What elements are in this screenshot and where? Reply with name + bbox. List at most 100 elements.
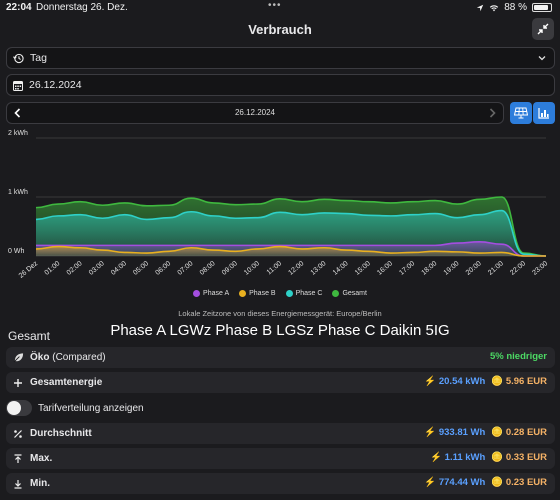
plus-icon	[12, 377, 24, 389]
tariff-toggle[interactable]	[6, 400, 32, 416]
x-tick-label: 13:00	[310, 260, 328, 277]
x-tick-label: 21:00	[487, 260, 505, 277]
x-tick-label: 17:00	[398, 260, 416, 277]
cost-text: 5.96 EUR	[505, 376, 547, 387]
y-tick-label: 0 Wh	[8, 248, 24, 255]
status-time: 22:04	[6, 2, 32, 13]
legend-phase-b[interactable]: Phase B	[239, 290, 276, 297]
energy-text: 774.44 Wh	[438, 477, 486, 488]
x-tick-label: 02:00	[66, 260, 84, 277]
collapse-button[interactable]	[532, 18, 554, 40]
calendar-icon	[13, 80, 23, 91]
x-tick-label: 06:00	[154, 260, 172, 277]
cost-text: 0.23 EUR	[505, 477, 547, 488]
legend-dot	[239, 290, 247, 297]
legend-label: Phase A	[203, 290, 230, 297]
energy-text: 933.81 Wh	[438, 427, 486, 438]
x-tick-label: 07:00	[177, 260, 195, 277]
gesamtenergie-energy: ⚡ 20.54 kWh	[424, 376, 485, 387]
oeko-suffix: (Compared)	[52, 352, 106, 363]
history-icon	[13, 53, 24, 63]
durchschnitt-energy: ⚡ 933.81 Wh	[424, 427, 485, 438]
gesamtenergie-label: Gesamtenergie	[30, 377, 103, 388]
legend-label: Gesamt	[342, 290, 367, 297]
collapse-icon	[537, 23, 549, 35]
bolt-icon: ⚡	[424, 477, 437, 488]
bolt-icon: ⚡	[430, 452, 443, 463]
x-tick-label: 14:00	[332, 260, 350, 277]
x-tick-label: 08:00	[199, 260, 217, 277]
solar-panel-icon	[514, 107, 528, 119]
date-nav-label: 26.12.2024	[234, 108, 276, 117]
cost-text: 0.28 EUR	[505, 427, 547, 438]
max-energy: ⚡ 1.11 kWh	[430, 452, 485, 463]
date-field[interactable]: 26.12.2024	[6, 74, 555, 96]
y-tick-label: 1 kWh	[8, 189, 28, 196]
battery-fill	[534, 5, 549, 10]
legend-gesamt[interactable]: Gesamt	[332, 290, 367, 297]
x-tick-label: 03:00	[88, 260, 106, 277]
multitasking-dots[interactable]: •••	[268, 0, 282, 11]
energy-text: 1.11 kWh	[444, 452, 486, 463]
min-row[interactable]: Min. ⚡ 774.44 Wh 🪙 0.23 EUR	[6, 473, 555, 494]
coins-icon: 🪙	[491, 452, 504, 463]
gesamtenergie-row[interactable]: Gesamtenergie ⚡ 20.54 kWh 🪙 5.96 EUR	[6, 372, 555, 393]
x-tick-label: 18:00	[420, 260, 438, 277]
x-tick-label: 20:00	[465, 260, 483, 277]
max-cost: 🪙 0.33 EUR	[491, 452, 547, 463]
x-tick-label: 10:00	[243, 260, 261, 277]
battery-text: 88 %	[504, 2, 527, 13]
min-energy: ⚡ 774.44 Wh	[424, 477, 485, 488]
y-tick-label: 2 kWh	[8, 130, 28, 137]
bolt-icon: ⚡	[424, 427, 437, 438]
page-title: Verbrauch	[248, 22, 312, 37]
oeko-label: Öko	[30, 352, 50, 363]
x-tick-label: 15:00	[354, 260, 372, 277]
timezone-note: Lokale Zeitzone von dieses Energiemessge…	[178, 309, 382, 318]
coins-icon: 🪙	[491, 477, 504, 488]
period-select[interactable]: Tag	[6, 47, 555, 69]
min-label: Min.	[30, 478, 50, 489]
coins-icon: 🪙	[491, 376, 504, 387]
energy-text: 20.54 kWh	[438, 376, 486, 387]
toggle-knob	[7, 401, 21, 415]
cost-text: 0.33 EUR	[505, 452, 547, 463]
status-bar: 22:04 Donnerstag 26. Dez. ••• 88 %	[0, 0, 560, 14]
durchschnitt-row[interactable]: Durchschnitt ⚡ 933.81 Wh 🪙 0.28 EUR	[6, 423, 555, 444]
legend-dot	[285, 290, 293, 297]
x-tick-label: 11:00	[266, 260, 284, 276]
bar-chart-icon	[538, 108, 549, 119]
durchschnitt-label: Durchschnitt	[30, 428, 92, 439]
status-right: 88 %	[476, 2, 552, 13]
leaf-icon	[12, 352, 24, 364]
location-icon	[477, 4, 484, 11]
x-tick-label: 16:00	[376, 260, 394, 277]
legend-phase-a[interactable]: Phase A	[193, 290, 229, 297]
solar-panel-button[interactable]	[510, 102, 532, 124]
coins-icon: 🪙	[491, 427, 504, 438]
oeko-value: 5% niedriger	[489, 351, 547, 362]
min-icon	[12, 478, 24, 490]
date-navigator: 26.12.2024	[6, 102, 504, 124]
battery-icon	[532, 3, 552, 12]
legend-label: Phase B	[249, 290, 276, 297]
x-tick-label: 23:00	[531, 260, 549, 277]
x-tick-label: 01:00	[44, 260, 62, 277]
legend-phase-c[interactable]: Phase C	[285, 290, 323, 297]
legend-dot	[332, 290, 340, 297]
x-tick-label: 19:00	[443, 260, 461, 277]
chart-toggle-button[interactable]	[533, 102, 555, 124]
x-tick-label: 22:00	[509, 260, 527, 277]
legend-label: Phase C	[295, 290, 323, 297]
oeko-row[interactable]: Öko (Compared) 5% niedriger	[6, 347, 555, 368]
chevron-right-icon[interactable]	[487, 107, 497, 119]
wifi-icon	[490, 4, 499, 11]
x-tick-label: 09:00	[221, 260, 239, 277]
x-tick-label: 12:00	[287, 260, 305, 277]
legend-dot	[193, 290, 201, 297]
max-row[interactable]: Max. ⚡ 1.11 kWh 🪙 0.33 EUR	[6, 448, 555, 469]
x-tick-label: 26 Dez	[18, 260, 40, 280]
percent-icon	[12, 428, 24, 440]
max-label: Max.	[30, 453, 53, 464]
date-field-value: 26.12.2024	[29, 79, 82, 91]
